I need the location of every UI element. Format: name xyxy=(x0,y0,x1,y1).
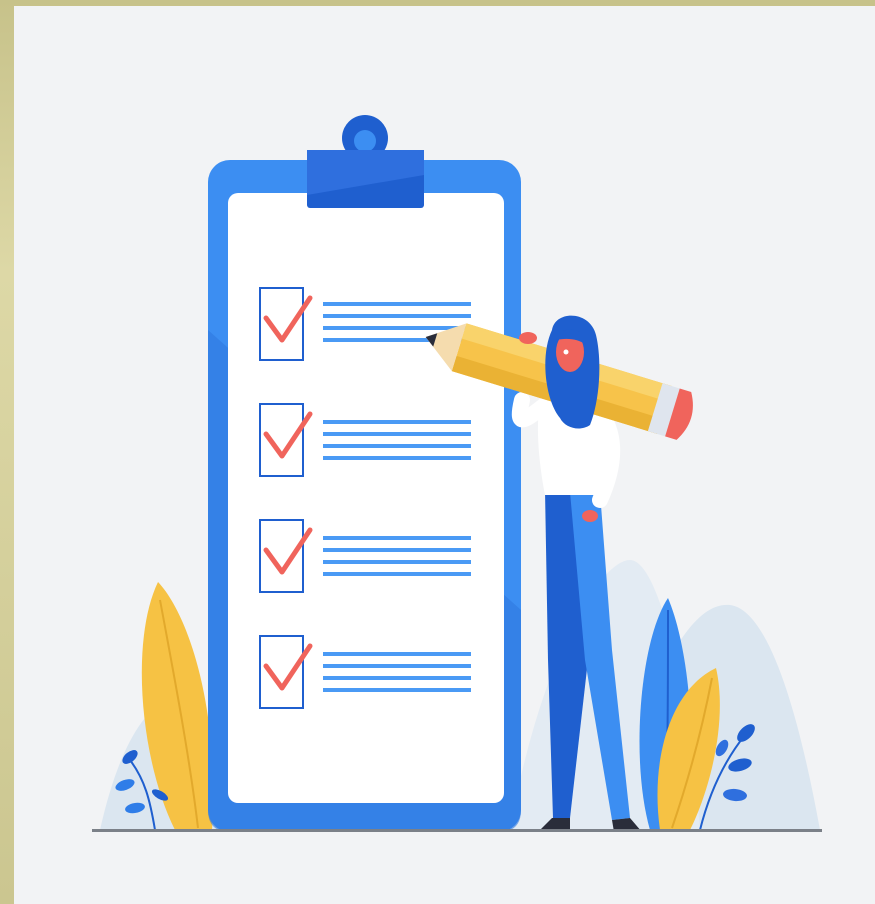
text-line xyxy=(323,420,471,424)
clipboard-paper xyxy=(228,193,504,803)
text-line xyxy=(323,652,471,656)
text-line xyxy=(323,444,471,448)
text-line xyxy=(323,664,471,668)
text-line xyxy=(323,536,471,540)
text-line xyxy=(323,548,471,552)
woman-arm-raised xyxy=(511,392,553,428)
checklist-illustration xyxy=(92,115,822,832)
woman-eye xyxy=(563,349,569,355)
clipboard-clip-hole xyxy=(354,130,376,152)
text-line xyxy=(323,432,471,436)
text-line xyxy=(323,676,471,680)
text-line xyxy=(323,560,471,564)
ground-line xyxy=(92,829,822,832)
text-line xyxy=(323,572,471,576)
text-line xyxy=(323,688,471,692)
woman-hand-hip xyxy=(582,510,598,522)
text-line xyxy=(323,302,471,306)
woman-hand-pencil xyxy=(519,332,537,344)
text-line xyxy=(323,456,471,460)
text-line xyxy=(323,314,471,318)
